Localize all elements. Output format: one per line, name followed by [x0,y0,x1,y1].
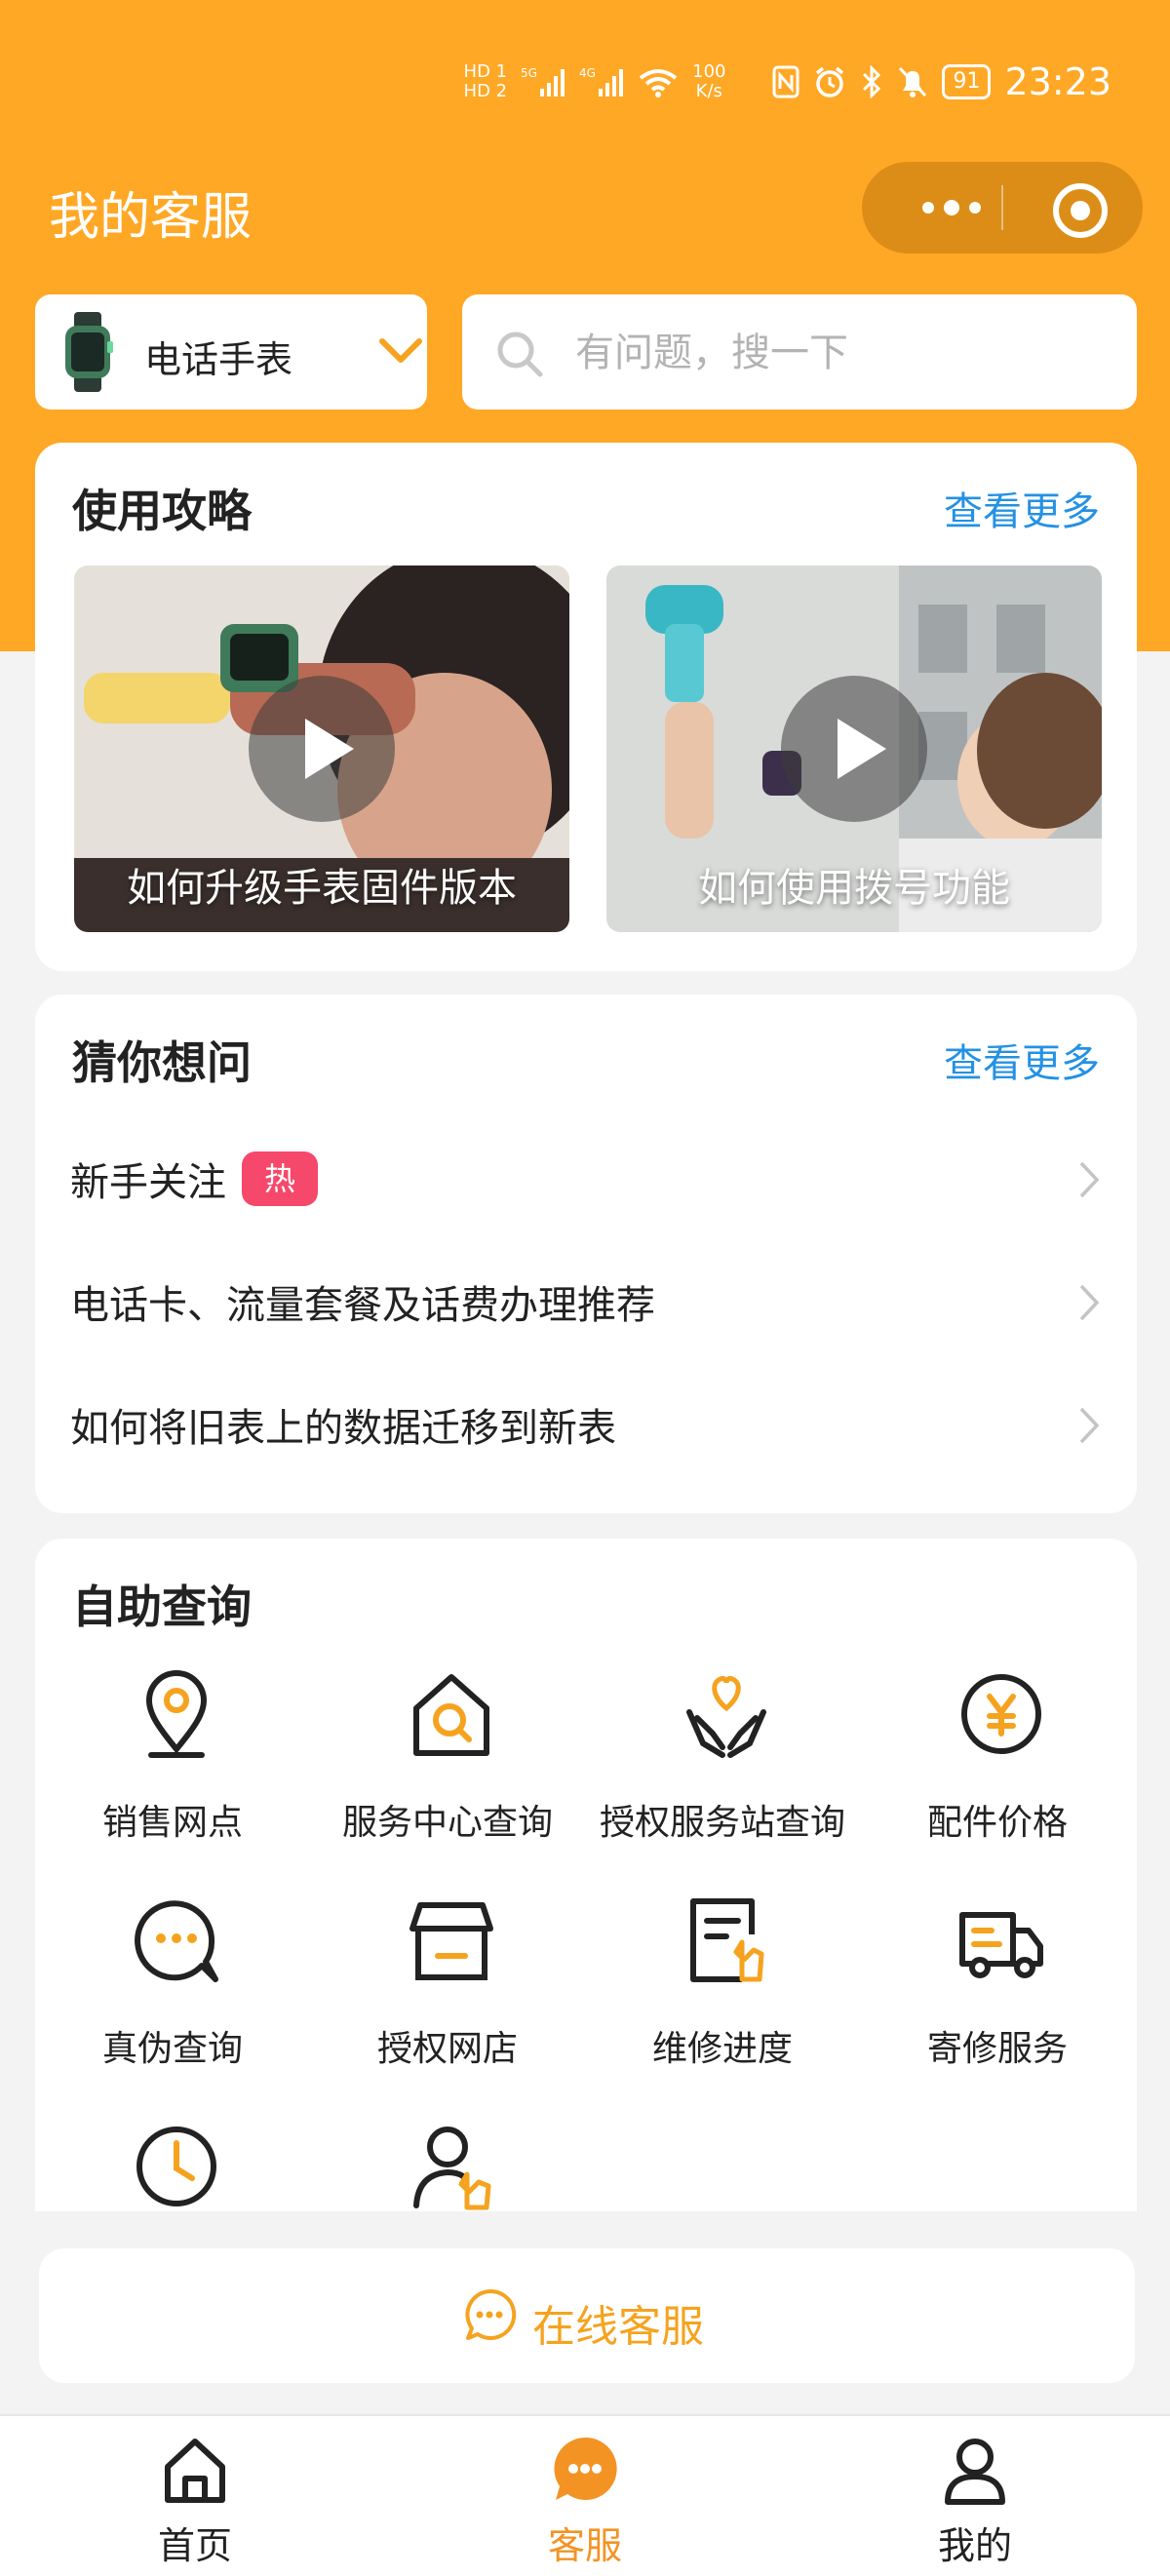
video-thumbnail-firmware[interactable]: 如何升级手表固件版本 [74,566,569,932]
faq-item[interactable]: 新手关注 热 [70,1151,318,1207]
faq-item[interactable]: 电话卡、流量套餐及话费办理推荐 [70,1273,655,1330]
chevron-right-icon [1079,1407,1100,1444]
online-service-label: 在线客服 [532,2302,704,2352]
tab-service[interactable]: 客服 [488,2434,682,2570]
user-icon [945,2439,1005,2505]
network-indicator: HD 1 HD 2 [463,61,508,101]
clock-icon [136,2127,216,2206]
mute-bell-icon [899,66,927,98]
play-icon [781,676,927,822]
bluetooth-icon [863,65,881,98]
play-icon [249,676,395,822]
chevron-down-icon [379,338,422,363]
alarm-icon [816,66,844,98]
chat-bubble-icon [554,2437,617,2500]
guides-more-link[interactable]: 查看更多 [944,480,1100,536]
online-service-button[interactable]: 在线客服 [39,2248,1135,2383]
house-search-icon [413,1674,489,1756]
more-button[interactable] [901,162,1002,254]
tool-authorized-store[interactable]: 授权网店 [310,1895,585,2090]
device-selector[interactable]: 电话手表 [35,294,427,410]
faq-more-link[interactable]: 查看更多 [944,1032,1100,1088]
location-pin-icon [145,1670,208,1758]
tab-home[interactable]: 首页 [98,2434,292,2570]
tool-authorized-station[interactable]: 授权服务站查询 [585,1669,860,1864]
tool-sales-outlets[interactable]: 销售网点 [35,1669,310,1864]
heart-hands-icon [686,1676,766,1758]
miniprogram-capsule [862,162,1143,254]
wifi-icon [639,69,678,98]
chevron-right-icon [1079,1161,1100,1198]
home-icon [165,2439,225,2503]
tool-repair-progress[interactable]: 维修进度 [585,1895,860,2090]
tab-bar: 首页 客服 我的 [0,2414,1170,2576]
svg-text:5G: 5G [521,66,537,80]
self-service-title: 自助查询 [72,1581,252,1633]
delivery-truck-icon [959,1912,1043,1978]
signal-icon: 5G [521,66,566,97]
device-label: 电话手表 [144,338,293,381]
video-caption: 如何使用拨号功能 [698,866,1010,911]
search-input[interactable] [573,322,1104,384]
search-box[interactable] [462,294,1137,410]
video-thumbnail-dialing[interactable]: 如何使用拨号功能 [606,566,1102,932]
nfc-icon [772,65,800,98]
search-icon [497,332,543,377]
person-wrench-icon [413,2127,491,2210]
yen-coin-icon [961,1674,1041,1754]
faq-item[interactable]: 如何将旧表上的数据迁移到新表 [70,1396,616,1453]
tool-mail-repair[interactable]: 寄修服务 [860,1895,1135,2090]
video-caption: 如何升级手表固件版本 [127,866,517,911]
battery-indicator: 91 [942,64,992,99]
signal-icon: 4G [579,66,624,97]
status-bar: HD 1 HD 2 5G 4G 100 K/s 91 23:23 [0,0,1170,156]
faq-title: 猜你想问 [72,1036,252,1089]
guides-title: 使用攻略 [72,485,252,537]
network-speed: 100 K/s [692,61,726,101]
repair-document-icon [690,1898,764,1982]
chat-bubble-icon [465,2288,517,2340]
hot-badge: 热 [242,1151,318,1206]
tool-authenticity[interactable]: 真伪查询 [35,1895,310,2090]
chevron-right-icon [1079,1284,1100,1321]
tab-mine[interactable]: 我的 [878,2434,1072,2570]
chat-search-icon [135,1900,218,1982]
tool-service-center[interactable]: 服务中心查询 [310,1669,585,1864]
close-miniprogram-button[interactable] [1053,183,1108,238]
page-title: 我的客服 [49,188,253,247]
clock: 23:23 [1004,60,1112,103]
self-service-card: 自助查询 [35,1539,1137,2211]
storefront-icon [410,1902,493,1980]
watch-icon [65,312,113,392]
tool-parts-price[interactable]: 配件价格 [860,1669,1135,1864]
svg-text:4G: 4G [579,66,596,80]
